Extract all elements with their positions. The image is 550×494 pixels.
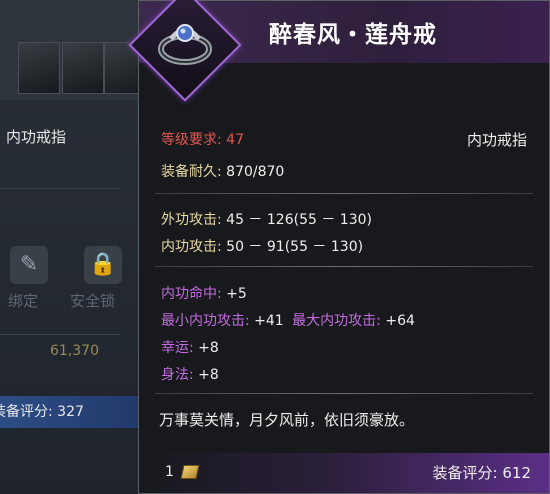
durability-value: 870/870 xyxy=(226,164,285,180)
bonus-stat-value: +41 xyxy=(254,313,284,329)
item-name: 醉春风・莲舟戒 xyxy=(269,21,437,48)
quantity-value: 1 xyxy=(165,464,174,480)
lock-icon[interactable]: 🔒 xyxy=(84,246,122,284)
item-type: 内功戒指 xyxy=(466,131,527,149)
lock-label: 安全锁 xyxy=(70,292,116,310)
divider xyxy=(0,334,120,335)
bonus-stat: 内功命中: +5 xyxy=(161,283,247,303)
level-req-value: 47 xyxy=(226,132,244,148)
bonus-stat-value: +8 xyxy=(198,340,219,356)
score-value: 612 xyxy=(502,464,531,482)
inventory-score-label: 装备评分: xyxy=(0,404,53,420)
inventory-score-value: 327 xyxy=(57,404,84,420)
item-tooltip: 醉春风・莲舟戒 等级要求: 47 内功戒指 装备耐久: 870/870 外功攻击… xyxy=(128,0,550,494)
bonus-stat-value: +64 xyxy=(385,313,415,329)
item-quantity: 1 xyxy=(165,464,200,480)
bonus-stat-value: +5 xyxy=(226,286,247,302)
inner-attack-value: 50 － 91(55 － 130) xyxy=(226,239,364,255)
outer-attack-label: 外功攻击: xyxy=(161,212,222,228)
ring-icon xyxy=(158,24,212,65)
gold-value: 61,370 xyxy=(50,343,99,359)
divider xyxy=(155,393,533,394)
equipment-slot[interactable] xyxy=(18,42,60,94)
bonus-stat-label: 最大内功攻击: xyxy=(292,313,381,329)
inventory-panel: 内功戒指 ✎ 🔒 绑定 安全锁 61,370 装备评分: 327 xyxy=(0,0,146,494)
bonus-stat-label: 幸运: xyxy=(161,340,194,356)
level-requirement: 等级要求: 47 xyxy=(161,129,244,149)
tooltip-footer: 1 装备评分: 612 xyxy=(139,453,549,493)
bonus-stat-value: +8 xyxy=(198,367,219,383)
bonus-stat-label: 身法: xyxy=(161,367,194,383)
gold-amount: 61,370 xyxy=(50,343,99,359)
bonus-stat: 身法: +8 xyxy=(161,364,219,384)
bonus-stat-label: 内功命中: xyxy=(161,286,222,302)
score-label: 装备评分: xyxy=(432,464,498,482)
equipment-slot[interactable] xyxy=(62,42,104,94)
equipment-score: 装备评分: 612 xyxy=(433,462,531,483)
flavor-text: 万事莫关情，月夕风前，依旧须豪放。 xyxy=(159,411,415,429)
bonus-stat-label: 最小内功攻击: xyxy=(161,313,250,329)
divider xyxy=(155,266,533,267)
outer-attack: 外功攻击: 45 － 126(55 － 130) xyxy=(161,209,372,229)
bonus-stat: 最小内功攻击: +41 最大内功攻击: +64 xyxy=(161,310,415,330)
inventory-score-bar: 装备评分: 327 xyxy=(0,396,140,428)
inventory-item-type: 内功戒指 xyxy=(6,128,67,146)
divider xyxy=(0,188,120,189)
durability-label: 装备耐久: xyxy=(161,164,222,180)
inner-attack: 内功攻击: 50 － 91(55 － 130) xyxy=(161,236,363,256)
level-req-label: 等级要求: xyxy=(161,132,222,148)
divider xyxy=(155,193,533,194)
bonus-stat: 幸运: +8 xyxy=(161,337,219,357)
bind-label: 绑定 xyxy=(8,292,39,310)
inner-attack-label: 内功攻击: xyxy=(161,239,222,255)
durability: 装备耐久: 870/870 xyxy=(161,161,284,181)
outer-attack-value: 45 － 126(55 － 130) xyxy=(226,212,372,228)
bind-icon[interactable]: ✎ xyxy=(10,246,48,284)
coin-icon xyxy=(180,465,200,479)
